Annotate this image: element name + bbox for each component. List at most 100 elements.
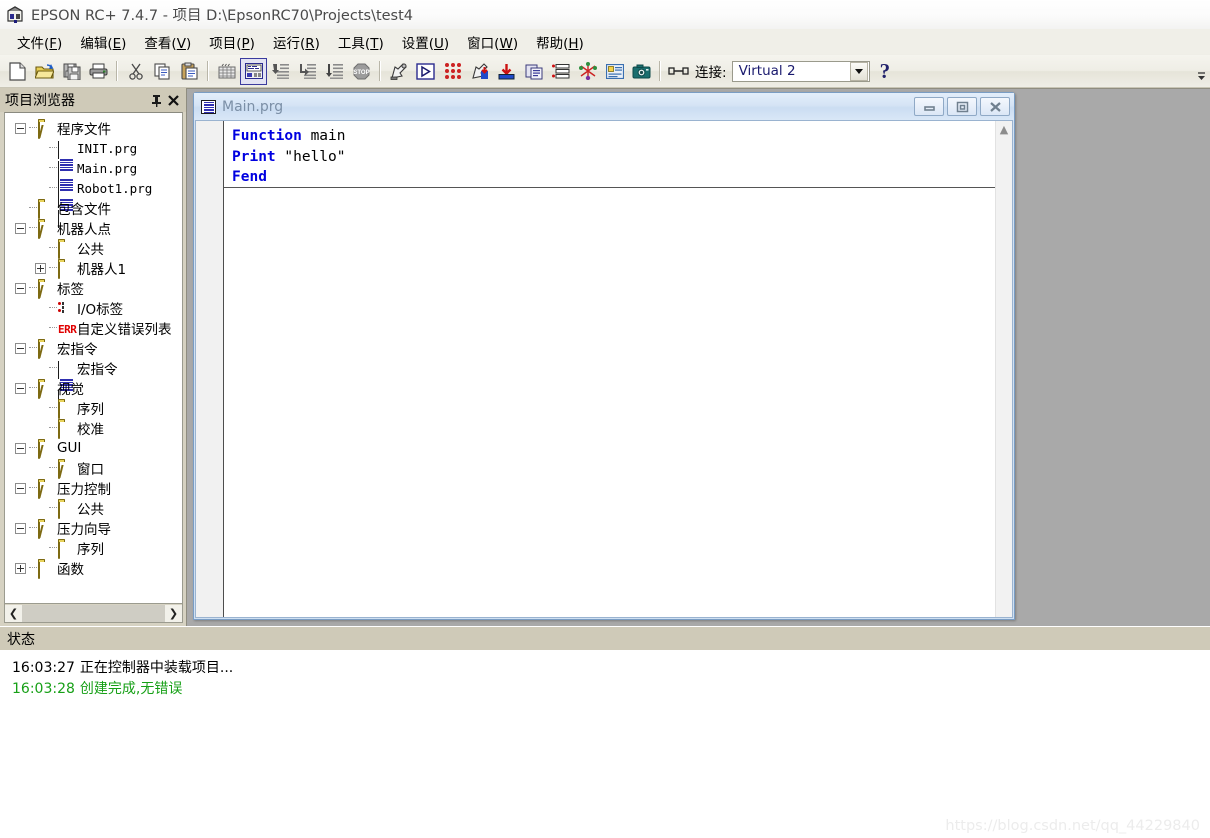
copy-icon[interactable]: [149, 58, 176, 85]
menu-item-3[interactable]: 查看(V): [135, 30, 200, 54]
tree-connector-line: [49, 147, 57, 149]
tree-node[interactable]: 机器人点: [5, 218, 182, 239]
step-over-icon[interactable]: [294, 58, 321, 85]
cut-icon[interactable]: [122, 58, 149, 85]
scroll-left-arrow[interactable]: ❮: [5, 604, 22, 622]
folder-open-icon: [38, 281, 54, 299]
tree-node[interactable]: 标签: [5, 278, 182, 299]
menu-mnemonic: E: [112, 35, 122, 52]
stop-icon[interactable]: STOP: [348, 58, 375, 85]
tree-node[interactable]: 序列: [5, 398, 182, 419]
collapse-icon[interactable]: [15, 342, 26, 354]
editor-body[interactable]: Function main Print "hello" Fend ▲: [195, 120, 1013, 618]
connection-value: Virtual 2: [738, 63, 796, 79]
program-file-icon: [201, 99, 216, 114]
simulator-icon[interactable]: [601, 58, 628, 85]
print-icon[interactable]: [85, 58, 112, 85]
paste-icon[interactable]: [176, 58, 203, 85]
run-window-icon[interactable]: [412, 58, 439, 85]
tree-node[interactable]: 机器人1: [5, 258, 182, 279]
scroll-right-arrow[interactable]: ❯: [165, 604, 182, 622]
save-all-icon[interactable]: [58, 58, 85, 85]
tree-node[interactable]: 序列: [5, 538, 182, 559]
collapse-icon[interactable]: [15, 382, 26, 394]
collapse-icon[interactable]: [15, 282, 26, 294]
minimize-icon[interactable]: [914, 97, 944, 116]
io-panel-icon[interactable]: [547, 58, 574, 85]
robot-manager-icon[interactable]: [385, 58, 412, 85]
menu-item-1[interactable]: 文件(F): [8, 30, 71, 54]
expand-icon[interactable]: [35, 262, 46, 274]
robot-jog-icon[interactable]: [466, 58, 493, 85]
run-to-line-icon[interactable]: [321, 58, 348, 85]
scroll-up-arrow[interactable]: ▲: [996, 123, 1012, 136]
tree-connector-line: [49, 307, 57, 309]
vision-tool-icon[interactable]: [574, 58, 601, 85]
step-into-icon[interactable]: [267, 58, 294, 85]
tree-node[interactable]: ERR 自定义错误列表: [5, 318, 182, 338]
open-folder-icon[interactable]: [31, 58, 58, 85]
toolbar-separator: [659, 61, 661, 81]
collapse-icon[interactable]: [15, 442, 26, 454]
chevron-down-icon[interactable]: [849, 61, 868, 81]
tree-node[interactable]: Main.prg: [5, 158, 182, 208]
menu-item-9[interactable]: 帮助(H): [527, 30, 593, 54]
project-tree[interactable]: 程序文件 INIT.prg Main.prg Robot1.prg 包含文件 机器人点公共…: [5, 113, 182, 603]
io-monitor-icon[interactable]: [439, 58, 466, 85]
program-file-icon: [58, 141, 74, 188]
tree-node[interactable]: 包含文件: [5, 198, 182, 219]
help-button[interactable]: ?: [880, 60, 891, 82]
camera-icon[interactable]: [628, 58, 655, 85]
tree-node[interactable]: 宏指令: [5, 358, 182, 408]
tree-node[interactable]: 宏指令: [5, 338, 182, 359]
close-icon[interactable]: [980, 97, 1010, 116]
tree-node[interactable]: 压力控制: [5, 478, 182, 499]
force-monitor-icon[interactable]: [493, 58, 520, 85]
collapse-icon[interactable]: [15, 222, 26, 234]
build-project-icon[interactable]: [213, 58, 240, 85]
command-window-icon[interactable]: [240, 57, 267, 85]
menu-mnemonic: V: [176, 35, 186, 52]
tree-node[interactable]: Robot1.prg: [5, 178, 182, 228]
restore-icon[interactable]: [947, 97, 977, 116]
collapse-icon[interactable]: [15, 482, 26, 494]
pin-icon[interactable]: [148, 92, 165, 109]
tree-node[interactable]: INIT.prg: [5, 138, 182, 188]
editor-titlebar[interactable]: Main.prg: [194, 93, 1014, 120]
code-lines[interactable]: Function main Print "hello" Fend: [224, 126, 995, 188]
tree-node[interactable]: 校准: [5, 418, 182, 439]
new-file-icon[interactable]: [4, 58, 31, 85]
tree-node[interactable]: 公共: [5, 238, 182, 259]
hscroll-thumb[interactable]: [22, 604, 165, 622]
menu-item-2[interactable]: 编辑(E): [71, 30, 135, 54]
task-manager-icon[interactable]: [520, 58, 547, 85]
hscroll-track[interactable]: [22, 604, 165, 622]
editor-vscrollbar[interactable]: ▲: [995, 121, 1012, 617]
tree-node-label: 公共: [77, 502, 104, 518]
close-icon[interactable]: [165, 92, 182, 109]
tree-node[interactable]: 压力向导: [5, 518, 182, 539]
menu-item-7[interactable]: 设置(U): [393, 30, 458, 54]
collapse-icon[interactable]: [15, 522, 26, 534]
tree-node[interactable]: 视觉: [5, 378, 182, 399]
tree-node[interactable]: 窗口: [5, 458, 182, 479]
code-text-area[interactable]: Function main Print "hello" Fend: [224, 121, 995, 617]
collapse-icon[interactable]: [15, 122, 26, 134]
tree-node[interactable]: I/O标签: [5, 298, 182, 318]
tree-node[interactable]: 程序文件: [5, 118, 182, 139]
expand-icon[interactable]: [15, 562, 26, 574]
menu-paren: ): [443, 35, 450, 52]
tree-node-label: 公共: [77, 242, 104, 258]
menu-item-8[interactable]: 窗口(W): [458, 30, 527, 54]
project-tree-container[interactable]: 程序文件 INIT.prg Main.prg Robot1.prg 包含文件 机器人点公共…: [4, 112, 183, 604]
menu-item-4[interactable]: 项目(P): [200, 30, 264, 54]
menu-item-5[interactable]: 运行(R): [264, 30, 329, 54]
toolbar-overflow-icon[interactable]: [1196, 71, 1207, 82]
project-tree-hscrollbar[interactable]: ❮ ❯: [4, 604, 183, 623]
connection-select[interactable]: Virtual 2: [731, 60, 870, 82]
tree-node[interactable]: GUI: [5, 438, 182, 459]
tree-node[interactable]: 公共: [5, 498, 182, 519]
tree-node[interactable]: 函数: [5, 558, 182, 579]
menu-item-6[interactable]: 工具(T): [329, 30, 393, 54]
code-line: Function main: [224, 126, 995, 147]
